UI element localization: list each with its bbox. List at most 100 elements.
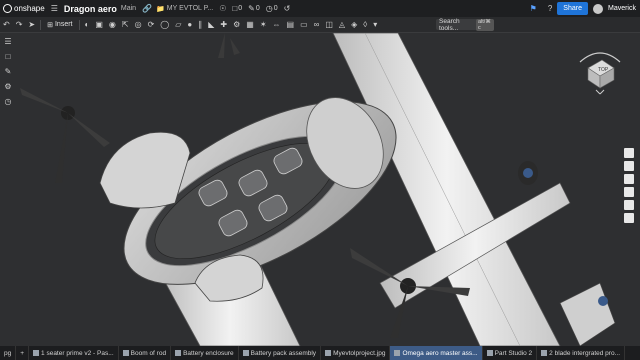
document-title[interactable]: Dragon aero [64,4,117,14]
explode-view-icon[interactable]: ◬ [336,20,348,29]
named-views-icon[interactable]: ◈ [348,20,360,29]
tab-5[interactable]: Myevtolproject.jpg [321,346,391,360]
count-b: 0 [255,5,260,12]
tangent-mate-icon[interactable]: ◣ [205,20,217,29]
bom-panel-icon[interactable] [624,174,634,184]
view-cube[interactable]: TOP [570,40,630,100]
insert-button[interactable]: ⊞ Insert [43,21,76,29]
simulation-panel-icon[interactable] [624,200,634,210]
tab-6-active[interactable]: Omega aero master ass... [390,346,483,360]
menu-icon[interactable]: ☰ [51,4,58,13]
bottom-right-motor-pod[interactable] [559,282,616,346]
document-icon[interactable]: □ [232,4,237,13]
mass-properties-icon[interactable] [624,161,634,171]
part-studio-icon [33,350,40,356]
clock-icon[interactable]: ◷ [266,4,273,13]
wing-edge-line [364,33,521,346]
orbit-arrow-icon[interactable] [579,52,621,63]
user-name[interactable]: Maverick [608,5,636,12]
tab-8[interactable]: 2 blade intergrated pro... [537,346,625,360]
onshape-logo-icon [3,4,12,13]
measure-icon[interactable]: ∞ [311,20,323,29]
tab-label: Battery pack assembly [250,349,317,357]
tab-1[interactable]: 1 seater prime v2 - Pas... [29,346,119,360]
image-icon [325,350,332,356]
left-propeller[interactable] [20,88,110,183]
section-view-icon[interactable]: ◫ [322,20,336,29]
tab-4[interactable]: Battery pack assembly [239,346,322,360]
graphics-viewport[interactable] [0,33,640,346]
screw-relation-icon[interactable]: ✶ [257,20,270,29]
add-tab-button[interactable]: + [16,346,30,360]
canopy-hatch[interactable] [99,131,191,209]
tab-2[interactable]: Boom of rod [119,346,172,360]
planar-mate-icon[interactable]: ▱ [172,20,184,29]
undo-icon[interactable]: ↶ [0,20,13,29]
view-down-arrow-icon[interactable] [595,89,605,95]
more-tools-icon[interactable]: ▾ [370,20,380,29]
feature-toolbar: ↶ ↷ ➤ ⊞ Insert ◐ ▣ ◉ ⇱ ◎ ⟳ ◯ ▱ ● ∥ ◣ ✚ ⚙… [0,17,640,33]
rack-relation-icon[interactable]: ▦ [243,20,257,29]
configurations-icon[interactable]: ⚙ [4,82,11,91]
parallel-mate-icon[interactable]: ∥ [195,20,205,29]
help-icon[interactable]: ? [548,4,552,13]
tab-partial[interactable]: pg [0,346,17,360]
search-tools-input[interactable]: Search tools... alt/⌘ c [436,17,494,32]
tab-label: Myevtolproject.jpg [333,349,386,357]
top-bar: onshape ☰ Dragon aero Main 🔗 📁 MY EVTOL … [0,0,640,17]
slider-mate-icon[interactable]: ⇱ [119,20,132,29]
fasten-mate-icon[interactable]: ◉ [106,20,119,29]
cylindrical-mate-icon[interactable]: ◎ [132,20,145,29]
pointer-icon[interactable]: ➤ [25,20,38,29]
part-studio-icon [541,350,548,356]
model-render [20,33,616,346]
globe-icon[interactable]: ☉ [219,4,226,13]
insert-label: Insert [54,21,73,28]
part-studio-icon [486,350,493,356]
notification-icon[interactable]: ⚑ [530,4,537,13]
avatar[interactable] [592,3,603,14]
left-panel-toggles: ☰ □ ✎ ⚙ ◷ [0,33,16,106]
top-propeller[interactable] [218,33,240,58]
linear-relation-icon[interactable]: ⇔ [270,20,284,29]
history-panel-icon[interactable]: ◷ [5,97,12,106]
folder-icon: 📁 [156,5,165,13]
workspace-label[interactable]: Main [121,5,136,12]
link-icon[interactable]: 🔗 [142,4,152,13]
instances-icon[interactable]: □ [6,52,11,61]
group-icon[interactable]: ▤ [284,20,298,29]
comments-icon[interactable]: ✎ [5,67,12,76]
right-motor-pod[interactable] [518,161,538,185]
insert-icon: ⊞ [47,21,53,29]
appearance-icon[interactable]: ◊ [360,20,370,29]
tab-3[interactable]: Battery enclosure [171,346,239,360]
render-panel-icon[interactable] [624,187,634,197]
gear-relation-icon[interactable]: ⚙ [230,20,243,29]
feature-list-icon[interactable]: ☰ [4,37,11,46]
tab-7[interactable]: Part Studio 2 [483,346,538,360]
share-button[interactable]: Share [557,2,588,15]
mate-group-icon[interactable]: ▭ [297,20,311,29]
count-a: 0 [238,5,243,12]
assembly-icon [394,350,401,356]
breadcrumb[interactable]: 📁 MY EVTOL P... [156,5,213,13]
appearance-panel-icon[interactable] [624,148,634,158]
history-icon[interactable]: ↺ [284,4,291,13]
comment-icon[interactable]: ✎ [248,4,255,13]
count-c: 0 [273,5,278,12]
pattern-icon[interactable]: ▣ [92,20,106,29]
tab-label: 2 blade intergrated pro... [549,349,620,357]
redo-icon[interactable]: ↷ [13,20,26,29]
search-tools-label: Search tools... [439,17,460,32]
mate-connector-icon[interactable]: ✚ [217,20,230,29]
breadcrumb-label: MY EVTOL P... [166,5,214,12]
ball-mate-icon[interactable]: ● [184,20,195,29]
tab-label: Part Studio 2 [494,349,533,357]
replicate-icon[interactable]: ◐ [82,20,93,29]
part-studio-icon [122,350,129,356]
pin-slot-mate-icon[interactable]: ◯ [157,20,172,29]
custom-features-icon[interactable] [624,213,634,223]
revolute-mate-icon[interactable]: ⟳ [145,20,158,29]
onshape-logo[interactable]: onshape [3,4,45,13]
view-cube-face-label: TOP [598,67,609,73]
